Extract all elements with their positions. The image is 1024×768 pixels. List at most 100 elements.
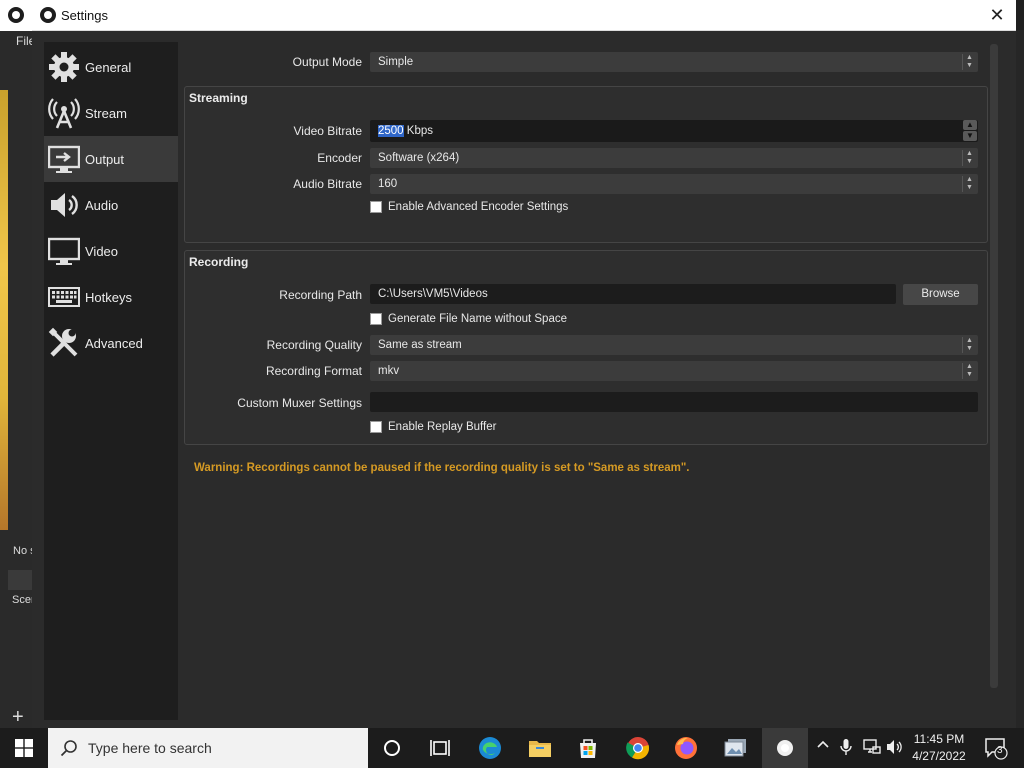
- taskbar-search[interactable]: Type here to search: [48, 728, 368, 768]
- advanced-encoder-label: Enable Advanced Encoder Settings: [388, 201, 569, 213]
- add-scene-button[interactable]: +: [12, 706, 24, 729]
- output-monitor-icon: [47, 142, 81, 176]
- sidebar-item-label: Output: [85, 151, 125, 167]
- custom-muxer-input[interactable]: [370, 392, 978, 412]
- volume-icon[interactable]: [886, 738, 904, 759]
- clock-time: 11:45 PM: [913, 732, 965, 746]
- windows-logo-icon: [15, 739, 33, 757]
- chevron-updown-icon: ▲ ▼: [962, 54, 976, 70]
- store-icon[interactable]: [574, 734, 602, 762]
- obs-logo-icon: [8, 7, 24, 23]
- task-view-icon[interactable]: [426, 734, 454, 762]
- encoder-label: Encoder: [317, 151, 362, 165]
- recording-group-title: Recording: [189, 255, 249, 269]
- tools-icon: [47, 326, 81, 360]
- sidebar-item-label: Audio: [85, 197, 119, 213]
- obs-logo-icon: [777, 740, 793, 756]
- sidebar-item-label: Advanced: [85, 335, 143, 351]
- output-mode-select[interactable]: Simple ▲ ▼: [370, 52, 978, 72]
- edge-browser-icon[interactable]: [476, 734, 504, 762]
- microphone-icon[interactable]: [840, 738, 852, 759]
- encoder-select[interactable]: Software (x264) ▲ ▼: [370, 148, 978, 168]
- settings-scrollbar[interactable]: [990, 44, 998, 688]
- dialog-titlebar: Settings ✕: [32, 0, 1016, 31]
- chevron-updown-icon: ▲ ▼: [962, 337, 976, 353]
- replay-buffer-checkbox[interactable]: Enable Replay Buffer: [370, 421, 496, 433]
- chevron-updown-icon: ▲ ▼: [962, 363, 976, 379]
- sidebar-item-video[interactable]: Video: [44, 228, 178, 274]
- obs-preview-edge: [0, 90, 8, 530]
- chevron-updown-icon: ▲ ▼: [962, 176, 976, 192]
- speaker-icon: [47, 188, 81, 222]
- tray-chevron-icon[interactable]: [817, 738, 829, 754]
- sidebar-item-advanced[interactable]: Advanced: [44, 320, 178, 366]
- sidebar-item-label: Stream: [85, 105, 127, 121]
- settings-dialog: Settings ✕ General Stream Output Audio V…: [32, 0, 1016, 728]
- video-bitrate-label: Video Bitrate: [293, 124, 363, 138]
- dialog-title: Settings: [61, 8, 108, 23]
- no-space-label: Generate File Name without Space: [388, 313, 567, 325]
- search-placeholder: Type here to search: [88, 740, 212, 756]
- warning-text: Warning: Recordings cannot be paused if …: [194, 462, 690, 474]
- no-space-checkbox[interactable]: Generate File Name without Space: [370, 313, 567, 325]
- chrome-icon[interactable]: [624, 734, 652, 762]
- sidebar-item-hotkeys[interactable]: Hotkeys: [44, 274, 178, 320]
- recording-quality-select[interactable]: Same as stream ▲ ▼: [370, 335, 978, 355]
- sidebar-item-label: Hotkeys: [85, 289, 132, 305]
- notification-center-icon[interactable]: 3: [984, 736, 1008, 763]
- sidebar-item-audio[interactable]: Audio: [44, 182, 178, 228]
- obs-main-row: [8, 570, 32, 590]
- recording-path-label: Recording Path: [279, 288, 362, 302]
- sidebar-item-output[interactable]: Output: [44, 136, 178, 182]
- custom-muxer-label: Custom Muxer Settings: [237, 396, 362, 410]
- sidebar-item-stream[interactable]: Stream: [44, 90, 178, 136]
- broadcast-antenna-icon: [47, 96, 81, 130]
- network-icon[interactable]: [862, 738, 882, 759]
- recording-format-label: Recording Format: [265, 364, 362, 378]
- recording-format-select[interactable]: mkv ▲ ▼: [370, 361, 978, 381]
- checkbox-box[interactable]: [370, 421, 382, 433]
- browse-button[interactable]: Browse: [903, 284, 978, 305]
- monitor-icon: [47, 234, 81, 268]
- encoder-value: Software (x264): [378, 152, 460, 164]
- recording-quality-label: Recording Quality: [266, 338, 362, 352]
- file-explorer-icon[interactable]: [526, 734, 554, 762]
- checkbox-box[interactable]: [370, 313, 382, 325]
- cortana-icon[interactable]: [378, 734, 406, 762]
- advanced-encoder-checkbox[interactable]: Enable Advanced Encoder Settings: [370, 201, 568, 213]
- recording-path-input[interactable]: C:\Users\VM5\Videos: [370, 284, 896, 304]
- gear-icon: [47, 50, 81, 84]
- audio-bitrate-value: 160: [378, 178, 398, 190]
- photos-app-icon[interactable]: [722, 734, 750, 762]
- keyboard-icon: [47, 280, 81, 314]
- recording-path-value: C:\Users\VM5\Videos: [378, 288, 488, 300]
- sidebar-item-label: General: [85, 59, 132, 75]
- taskbar-obs-active[interactable]: [762, 728, 808, 768]
- sidebar-item-general[interactable]: General: [44, 44, 178, 90]
- windows-taskbar: Type here to search 11:45 PM 4/27/2022 3: [0, 728, 1024, 768]
- chevron-updown-icon: ▲ ▼: [962, 150, 976, 166]
- audio-bitrate-select[interactable]: 160 ▲ ▼: [370, 174, 978, 194]
- recording-quality-value: Same as stream: [378, 339, 462, 351]
- video-bitrate-input[interactable]: 2500 Kbps ▲ ▼: [370, 120, 978, 142]
- taskbar-clock[interactable]: 11:45 PM 4/27/2022: [908, 731, 970, 765]
- output-mode-value: Simple: [378, 56, 414, 68]
- checkbox-box[interactable]: [370, 201, 382, 213]
- audio-bitrate-label: Audio Bitrate: [293, 177, 362, 191]
- video-bitrate-unit: Kbps: [403, 125, 434, 137]
- clock-date: 4/27/2022: [912, 749, 966, 763]
- notification-count: 3: [997, 745, 1003, 756]
- spin-down-icon[interactable]: ▼: [963, 131, 977, 141]
- bitrate-spinner[interactable]: ▲ ▼: [962, 120, 978, 142]
- sidebar-item-label: Video: [85, 243, 119, 259]
- firefox-icon[interactable]: [672, 734, 700, 762]
- spin-up-icon[interactable]: ▲: [963, 120, 977, 130]
- start-button[interactable]: [0, 728, 48, 768]
- main-window-titlebar: [0, 0, 32, 31]
- settings-sidebar: General Stream Output Audio Video Hotkey…: [44, 42, 178, 720]
- search-icon: [60, 740, 77, 757]
- video-bitrate-value: 2500: [378, 125, 404, 137]
- close-button[interactable]: ✕: [984, 4, 1010, 26]
- output-mode-label: Output Mode: [292, 55, 362, 69]
- obs-logo-icon: [40, 7, 56, 23]
